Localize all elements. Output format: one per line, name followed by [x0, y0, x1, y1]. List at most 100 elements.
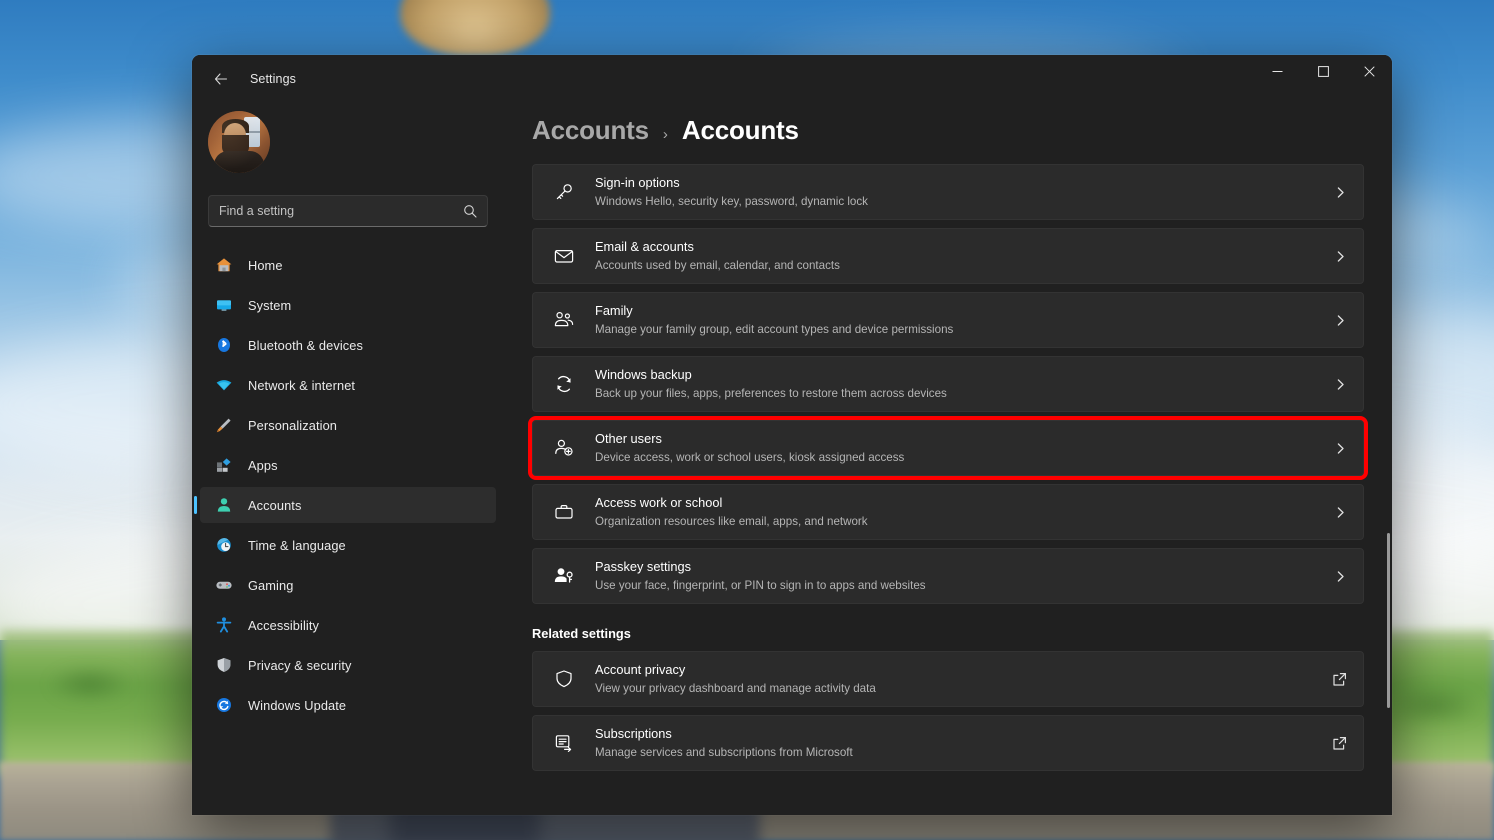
- setting-card-family[interactable]: Family Manage your family group, edit ac…: [532, 292, 1364, 348]
- related-card-title: Subscriptions: [595, 726, 672, 741]
- setting-card-title: Email & accounts: [595, 239, 694, 254]
- shield-icon: [214, 655, 234, 675]
- shield-outline-icon: [551, 668, 577, 690]
- setting-card-subtitle: Manage your family group, edit account t…: [595, 323, 953, 336]
- sidebar-item-label: Gaming: [248, 578, 293, 593]
- sidebar-item-label: Accessibility: [248, 618, 319, 633]
- related-settings-heading: Related settings: [532, 626, 1364, 641]
- sidebar-item-label: Network & internet: [248, 378, 355, 393]
- setting-card-text: Access work or school Organization resou…: [595, 494, 1334, 530]
- update-icon: [214, 695, 234, 715]
- related-card-subtitle: Manage services and subscriptions from M…: [595, 746, 853, 759]
- search-input[interactable]: [219, 204, 463, 218]
- chevron-right-icon: [1334, 442, 1347, 455]
- sidebar-item-network[interactable]: Network & internet: [200, 367, 496, 403]
- sync-icon: [551, 373, 577, 395]
- sidebar-item-personalization[interactable]: Personalization: [200, 407, 496, 443]
- avatar-container: [192, 103, 504, 173]
- setting-card-sign-in-options[interactable]: Sign-in options Windows Hello, security …: [532, 164, 1364, 220]
- setting-card-subtitle: Use your face, fingerprint, or PIN to si…: [595, 579, 926, 592]
- chevron-right-icon: [1334, 250, 1347, 263]
- mail-icon: [551, 245, 577, 267]
- window-title: Settings: [250, 72, 296, 86]
- setting-card-passkey-settings[interactable]: Passkey settings Use your face, fingerpr…: [532, 548, 1364, 604]
- apps-icon: [214, 455, 234, 475]
- brush-icon: [214, 415, 234, 435]
- page-title: Accounts: [682, 115, 799, 146]
- sidebar-item-accounts[interactable]: Accounts: [200, 487, 496, 523]
- open-external-icon: [1332, 736, 1347, 751]
- maximize-icon: [1318, 66, 1329, 77]
- accessibility-icon: [214, 615, 234, 635]
- setting-card-title: Family: [595, 303, 633, 318]
- sidebar-item-label: Personalization: [248, 418, 337, 433]
- vertical-scrollbar[interactable]: [1387, 533, 1390, 708]
- sidebar-item-gaming[interactable]: Gaming: [200, 567, 496, 603]
- setting-card-text: Family Manage your family group, edit ac…: [595, 302, 1334, 338]
- setting-card-access-work-school[interactable]: Access work or school Organization resou…: [532, 484, 1364, 540]
- chevron-right-icon: [1334, 570, 1347, 583]
- window-controls: [1254, 55, 1392, 103]
- setting-card-other-users[interactable]: Other users Device access, work or schoo…: [532, 420, 1364, 476]
- related-card-text: Subscriptions Manage services and subscr…: [595, 725, 1332, 761]
- sidebar-item-accessibility[interactable]: Accessibility: [200, 607, 496, 643]
- settings-window: Settings: [192, 55, 1392, 815]
- subscriptions-icon: [551, 732, 577, 754]
- setting-card-title: Other users: [595, 431, 662, 446]
- breadcrumb-parent[interactable]: Accounts: [532, 115, 649, 146]
- network-icon: [214, 375, 234, 395]
- setting-card-subtitle: Device access, work or school users, kio…: [595, 451, 904, 464]
- briefcase-icon: [551, 501, 577, 523]
- close-icon: [1364, 66, 1375, 77]
- open-external-icon: [1332, 672, 1347, 687]
- sidebar-item-windows-update[interactable]: Windows Update: [200, 687, 496, 723]
- search-box[interactable]: [208, 195, 488, 227]
- minimize-icon: [1272, 66, 1283, 77]
- gamepad-icon: [214, 575, 234, 595]
- add-user-icon: [551, 437, 577, 459]
- setting-card-subtitle: Windows Hello, security key, password, d…: [595, 195, 868, 208]
- setting-card-title: Sign-in options: [595, 175, 680, 190]
- passkey-icon: [551, 565, 577, 587]
- setting-card-text: Passkey settings Use your face, fingerpr…: [595, 558, 1334, 594]
- accounts-icon: [214, 495, 234, 515]
- setting-card-title: Access work or school: [595, 495, 722, 510]
- setting-card-text: Windows backup Back up your files, apps,…: [595, 366, 1334, 402]
- bluetooth-icon: [214, 335, 234, 355]
- sidebar-item-label: Bluetooth & devices: [248, 338, 363, 353]
- close-button[interactable]: [1346, 55, 1392, 87]
- sidebar-item-apps[interactable]: Apps: [200, 447, 496, 483]
- related-card-title: Account privacy: [595, 662, 685, 677]
- sidebar-item-home[interactable]: Home: [200, 247, 496, 283]
- family-icon: [551, 309, 577, 331]
- setting-card-text: Other users Device access, work or schoo…: [595, 430, 1334, 466]
- sidebar-item-label: Apps: [248, 458, 278, 473]
- related-card-subscriptions[interactable]: Subscriptions Manage services and subscr…: [532, 715, 1364, 771]
- main-content: Accounts › Accounts Sign-in options Wind…: [504, 103, 1392, 815]
- clock-icon: [214, 535, 234, 555]
- setting-card-subtitle: Accounts used by email, calendar, and co…: [595, 259, 840, 272]
- window-titlebar: Settings: [192, 55, 1392, 103]
- chevron-right-icon: [1334, 186, 1347, 199]
- setting-card-title: Windows backup: [595, 367, 692, 382]
- setting-card-windows-backup[interactable]: Windows backup Back up your files, apps,…: [532, 356, 1364, 412]
- back-button[interactable]: [204, 64, 238, 94]
- avatar[interactable]: [208, 111, 270, 173]
- sidebar-item-time-language[interactable]: Time & language: [200, 527, 496, 563]
- minimize-button[interactable]: [1254, 55, 1300, 87]
- setting-card-email-accounts[interactable]: Email & accounts Accounts used by email,…: [532, 228, 1364, 284]
- sidebar-item-label: Time & language: [248, 538, 346, 553]
- breadcrumb: Accounts › Accounts: [532, 103, 1364, 164]
- sidebar-item-system[interactable]: System: [200, 287, 496, 323]
- maximize-button[interactable]: [1300, 55, 1346, 87]
- breadcrumb-separator: ›: [663, 126, 668, 143]
- related-card-account-privacy[interactable]: Account privacy View your privacy dashbo…: [532, 651, 1364, 707]
- search-icon: [463, 204, 477, 218]
- setting-card-subtitle: Back up your files, apps, preferences to…: [595, 387, 947, 400]
- back-arrow-icon: [213, 71, 229, 87]
- key-icon: [551, 181, 577, 203]
- sidebar-item-privacy-security[interactable]: Privacy & security: [200, 647, 496, 683]
- setting-card-text: Sign-in options Windows Hello, security …: [595, 174, 1334, 210]
- sidebar-item-bluetooth[interactable]: Bluetooth & devices: [200, 327, 496, 363]
- setting-card-text: Email & accounts Accounts used by email,…: [595, 238, 1334, 274]
